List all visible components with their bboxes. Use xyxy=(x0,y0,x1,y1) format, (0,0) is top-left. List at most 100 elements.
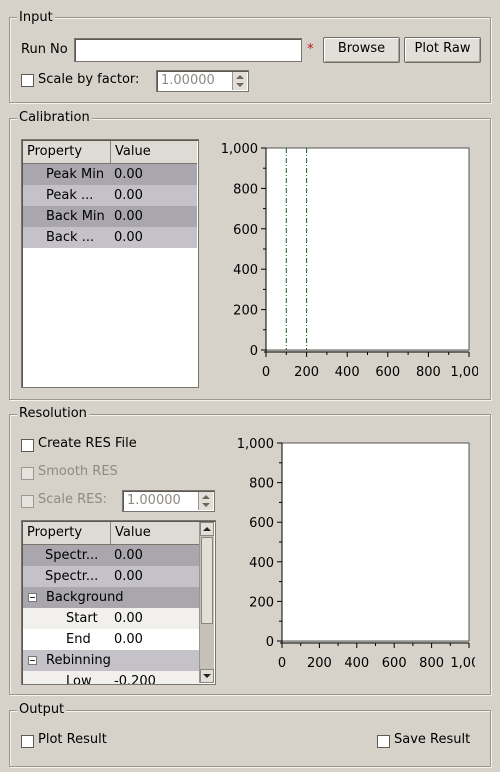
create-res-file-label: Create RES File xyxy=(38,436,137,451)
x-tick-label: 1,000 xyxy=(450,656,475,671)
property-name: Low xyxy=(66,674,92,685)
plot-area xyxy=(265,147,470,351)
value-column-header[interactable]: Value xyxy=(110,141,151,163)
required-marker: * xyxy=(307,42,314,57)
resolution-property-table[interactable]: Property Value Spectr... 0.00 Spectr... 0.… xyxy=(21,520,216,685)
x-tick-label: 0 xyxy=(278,656,286,671)
x-tick-label: 600 xyxy=(375,365,400,380)
x-tick-label: 400 xyxy=(335,365,360,380)
run-no-label: Run No xyxy=(21,42,68,57)
property-value: 0.00 xyxy=(114,548,143,563)
x-tick-label: 200 xyxy=(307,656,332,671)
y-tick-label: 400 xyxy=(249,556,274,571)
calibration-plot[interactable]: 0 200 400 600 800 1,000 0 200 400 600 800 1,000 xyxy=(208,138,478,388)
property-column-header[interactable]: Property xyxy=(23,522,82,544)
property-name: Back Min xyxy=(46,209,105,224)
property-name: Back ... xyxy=(46,230,95,245)
scroll-thumb[interactable] xyxy=(201,537,213,624)
property-value: 0.00 xyxy=(114,167,143,182)
scale-factor-stepper[interactable] xyxy=(232,72,247,90)
x-tick-label: 200 xyxy=(294,365,319,380)
scale-res-label: Scale RES: xyxy=(38,492,107,507)
step-down-icon[interactable] xyxy=(202,503,210,507)
table-row[interactable]: Peak ... 0.00 xyxy=(23,185,197,206)
save-result-checkbox[interactable] xyxy=(377,735,390,748)
scroll-down-arrow-icon[interactable] xyxy=(200,669,214,683)
property-value: 0.00 xyxy=(114,632,143,647)
plot-result-label: Plot Result xyxy=(38,732,107,747)
table-row[interactable]: Spectr... 0.00 xyxy=(23,566,199,587)
save-result-label: Save Result xyxy=(394,732,471,747)
y-tick-label: 800 xyxy=(233,182,258,197)
scale-factor-value: 1.00000 xyxy=(161,73,215,88)
x-tick-label: 0 xyxy=(262,365,270,380)
table-row[interactable]: End 0.00 xyxy=(23,629,199,650)
smooth-res-checkbox[interactable] xyxy=(21,467,34,480)
y-tick-label: 200 xyxy=(233,304,258,319)
y-tick-label: 400 xyxy=(233,263,258,278)
scale-res-spinbox[interactable]: 1.00000 xyxy=(122,490,215,512)
calibration-property-table[interactable]: Property Value Peak Min 0.00 Peak ... 0.00… xyxy=(21,139,199,388)
table-row[interactable]: Back Min 0.00 xyxy=(23,206,197,227)
y-tick-label: 600 xyxy=(249,516,274,531)
table-header: Property Value xyxy=(23,141,197,164)
step-up-icon[interactable] xyxy=(236,75,244,79)
table-row[interactable]: Low -0.200 xyxy=(23,671,199,685)
property-value: -0.200 xyxy=(114,674,156,685)
scroll-up-arrow-icon[interactable] xyxy=(200,522,214,536)
y-tick-label: 200 xyxy=(249,595,274,610)
value-column-header[interactable]: Value xyxy=(110,522,151,544)
table-row[interactable]: Start 0.00 xyxy=(23,608,199,629)
step-down-icon[interactable] xyxy=(236,83,244,87)
scale-res-stepper[interactable] xyxy=(198,492,213,510)
property-name: Spectr... xyxy=(45,548,99,563)
step-up-icon[interactable] xyxy=(202,495,210,499)
browse-button[interactable]: Browse xyxy=(323,37,400,63)
resolution-group-title: Resolution xyxy=(17,406,89,421)
property-value: 0.00 xyxy=(114,569,143,584)
y-tick-label: 800 xyxy=(249,477,274,492)
group-name: Background xyxy=(46,590,124,605)
property-name: Start xyxy=(66,611,98,626)
y-tick-label: 1,000 xyxy=(221,142,258,157)
x-tick-label: 600 xyxy=(382,656,407,671)
scale-res-checkbox[interactable] xyxy=(21,495,34,508)
input-group-title: Input xyxy=(17,10,55,25)
property-value: 0.00 xyxy=(114,611,143,626)
scale-res-value: 1.00000 xyxy=(127,493,181,508)
table-scrollbar[interactable] xyxy=(199,522,214,683)
property-value: 0.00 xyxy=(114,209,143,224)
scale-by-factor-checkbox[interactable] xyxy=(21,74,34,87)
output-group-title: Output xyxy=(17,702,67,717)
x-tick-label: 1,000 xyxy=(450,365,478,380)
collapse-icon[interactable] xyxy=(28,650,37,671)
property-value: 0.00 xyxy=(114,188,143,203)
plot-result-checkbox[interactable] xyxy=(21,735,34,748)
property-name: Peak ... xyxy=(46,188,94,203)
table-row-group-rebinning[interactable]: Rebinning xyxy=(23,650,199,671)
scale-factor-spinbox[interactable]: 1.00000 xyxy=(156,70,249,92)
plot-area xyxy=(281,442,470,642)
resolution-plot[interactable]: 0 200 400 600 800 1,000 0 200 400 600 800 1,000 xyxy=(225,433,475,683)
property-name: Peak Min xyxy=(46,167,105,182)
property-name: Spectr... xyxy=(45,569,99,584)
x-tick-label: 400 xyxy=(344,656,369,671)
create-res-file-checkbox[interactable] xyxy=(21,439,34,452)
y-tick-label: 0 xyxy=(266,635,274,650)
run-no-input[interactable] xyxy=(74,38,302,62)
smooth-res-label: Smooth RES xyxy=(38,464,118,479)
table-row[interactable]: Back ... 0.00 xyxy=(23,227,197,248)
x-tick-label: 800 xyxy=(419,656,444,671)
plot-raw-button[interactable]: Plot Raw xyxy=(404,37,481,63)
table-row[interactable]: Peak Min 0.00 xyxy=(23,164,197,185)
y-tick-label: 600 xyxy=(233,223,258,238)
table-row-group-background[interactable]: Background xyxy=(23,587,199,608)
y-tick-label: 1,000 xyxy=(237,437,274,452)
collapse-icon[interactable] xyxy=(28,587,37,608)
property-name: End xyxy=(66,632,91,647)
table-row[interactable]: Spectr... 0.00 xyxy=(23,545,199,566)
group-name: Rebinning xyxy=(46,653,111,668)
calibration-group-title: Calibration xyxy=(17,110,92,125)
x-tick-label: 800 xyxy=(416,365,441,380)
property-column-header[interactable]: Property xyxy=(23,141,82,163)
